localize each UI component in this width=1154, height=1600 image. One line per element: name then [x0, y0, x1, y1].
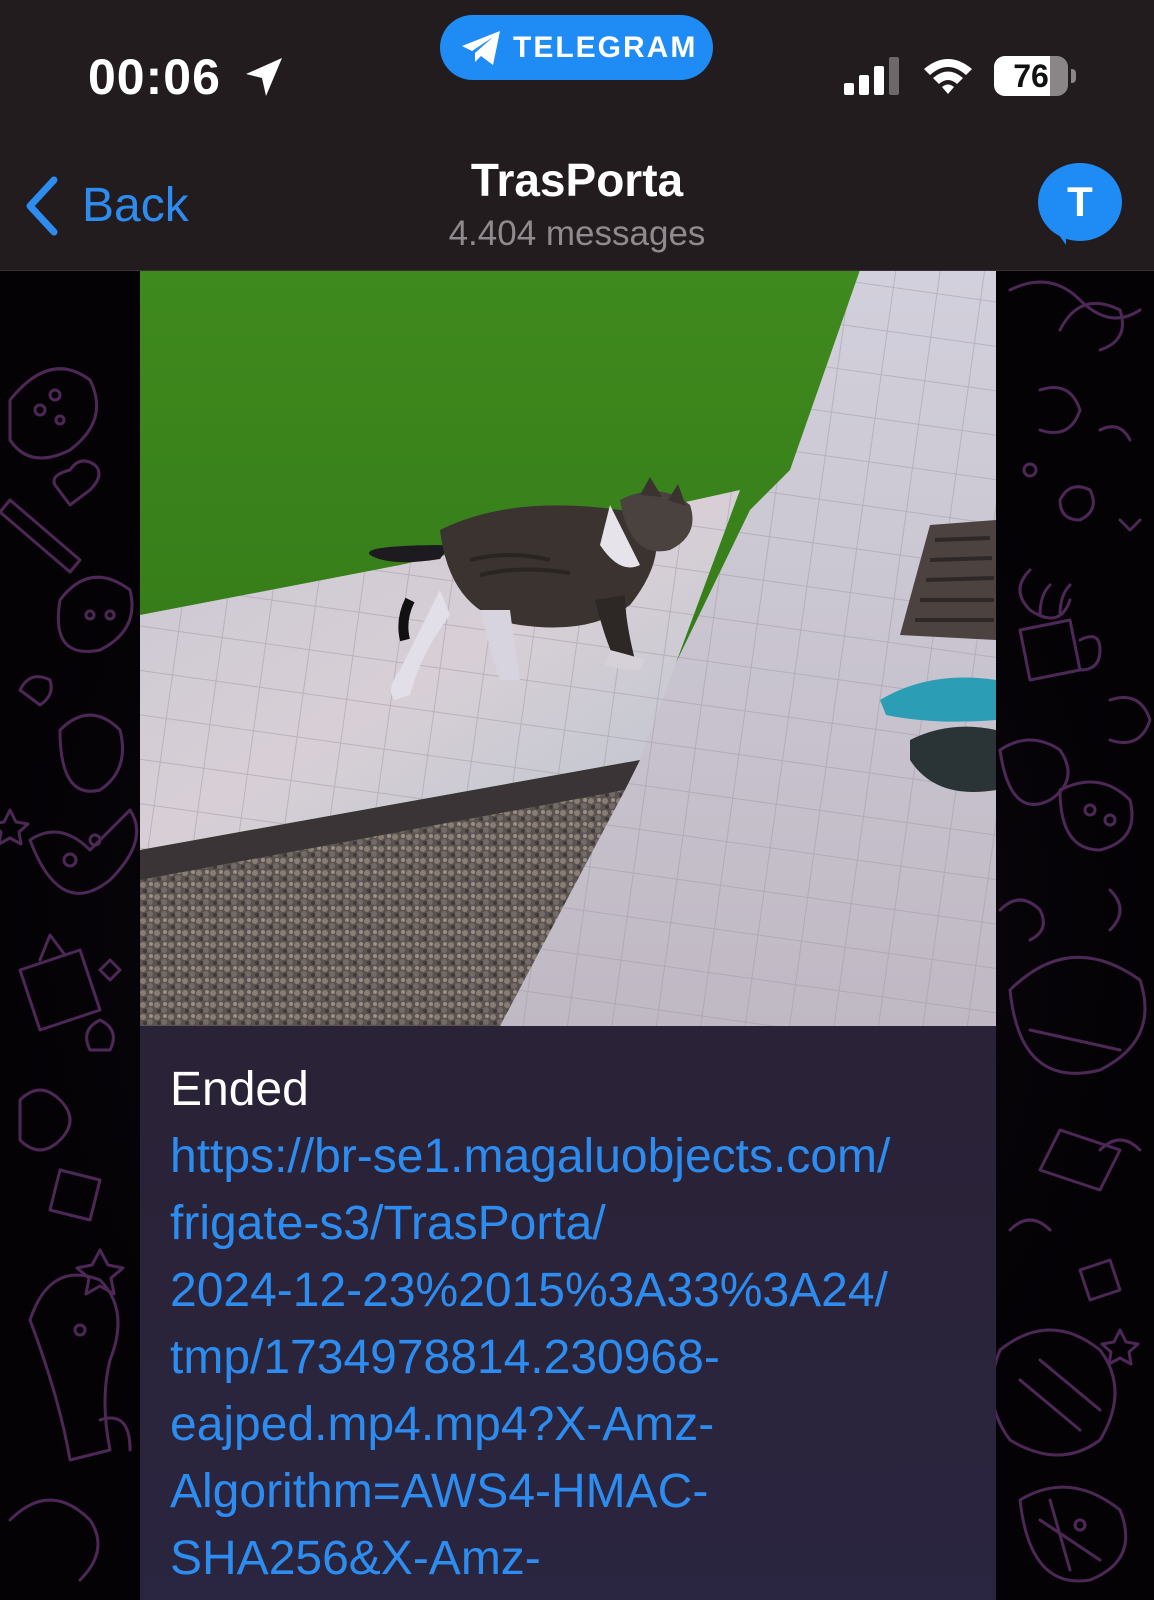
battery-indicator: 76: [994, 56, 1076, 96]
return-to-telegram-pill[interactable]: TELEGRAM: [440, 15, 713, 80]
message-bubble[interactable]: Ended https://br-se1.magaluobjects.com/ …: [140, 270, 996, 1600]
telegram-plane-icon: [462, 31, 500, 65]
chat-avatar[interactable]: T: [1038, 163, 1122, 247]
return-app-label: TELEGRAM: [513, 31, 698, 64]
avatar-letter: T: [1067, 178, 1093, 225]
wifi-icon: [924, 59, 972, 94]
telegram-chat-screen: 00:06 TELEGRAM 76 Back TrasPorta 4.404 m…: [0, 0, 1154, 1600]
message-status-text: Ended: [170, 1063, 309, 1116]
top-bar: 00:06 TELEGRAM 76 Back TrasPorta 4.404 m…: [0, 0, 1154, 271]
chat-title[interactable]: TrasPorta: [0, 152, 1154, 208]
battery-percent: 76: [1013, 58, 1049, 94]
chat-message-count: 4.404 messages: [448, 214, 706, 253]
battery-body: 76: [994, 56, 1068, 96]
message-link[interactable]: https://br-se1.magaluobjects.com/ frigat…: [170, 1123, 970, 1592]
location-arrow-icon: [246, 58, 282, 96]
message-text: Ended https://br-se1.magaluobjects.com/ …: [170, 1056, 970, 1592]
message-photo[interactable]: [140, 270, 996, 1026]
status-time: 00:06: [88, 49, 221, 105]
battery-cap: [1071, 69, 1076, 83]
cellular-signal-icon: [844, 57, 899, 95]
